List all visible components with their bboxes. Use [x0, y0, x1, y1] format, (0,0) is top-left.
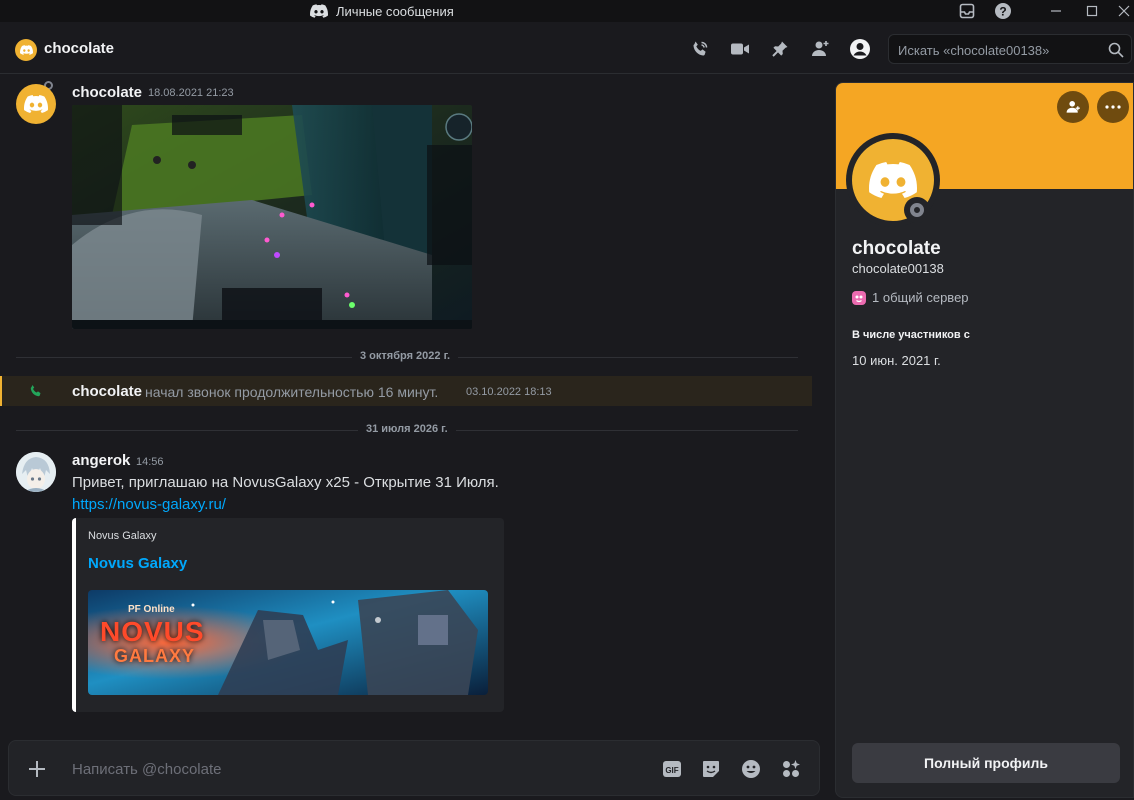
date-divider-label: 3 октября 2022 г. [352, 350, 459, 362]
title-bar: Личные сообщения ? [0, 0, 1134, 22]
page-title: chocolate [44, 40, 115, 57]
inbox-icon[interactable] [956, 0, 978, 22]
call-event: chocolate начал звонок продолжительность… [0, 376, 812, 406]
help-icon[interactable]: ? [993, 0, 1013, 22]
status-indicator [904, 197, 930, 223]
message-timestamp: 18.08.2021 21:23 [148, 87, 234, 99]
avatar[interactable] [16, 452, 56, 492]
emoji-icon[interactable] [740, 758, 762, 780]
message-composer[interactable]: Написать @chocolate GIF [8, 740, 820, 796]
member-since-date: 10 июн. 2021 г. [852, 353, 941, 368]
mutual-servers[interactable]: 1 общий сервер [852, 290, 969, 305]
gif-icon[interactable]: GIF [661, 758, 683, 780]
maximize-icon[interactable] [1082, 0, 1102, 22]
message-text: Привет, приглашаю на NovusGalaxy x25 - О… [72, 474, 499, 491]
call-author[interactable]: chocolate [72, 383, 142, 400]
link-embed: Novus Galaxy Novus Galaxy PF Online NOVU… [72, 518, 504, 712]
sticker-icon[interactable] [700, 758, 722, 780]
add-friends-icon[interactable] [809, 38, 831, 60]
pin-icon[interactable] [769, 38, 791, 60]
call-text: начал звонок продолжительностью 16 минут… [145, 384, 439, 400]
composer-placeholder: Написать @chocolate [72, 761, 222, 778]
message-author[interactable]: angerok [72, 452, 130, 469]
embed-logo-small: PF Online [128, 604, 175, 615]
avatar[interactable] [15, 39, 53, 90]
mutual-servers-label: 1 общий сервер [872, 290, 969, 305]
profile-username: chocolate00138 [852, 261, 944, 276]
voice-call-icon[interactable] [689, 38, 711, 60]
profile-panel: chocolate chocolate00138 1 общий сервер … [835, 82, 1134, 798]
channel-header: chocolate Искать «chocolate00138» [0, 24, 1134, 90]
avatar[interactable] [16, 84, 56, 124]
close-icon[interactable] [1114, 0, 1134, 22]
message-item: chocolate 18.08.2021 21:23 [0, 82, 830, 332]
window-title: Личные сообщения [336, 3, 454, 19]
svg-text:?: ? [999, 5, 1006, 19]
server-icon [852, 290, 866, 305]
embed-title[interactable]: Novus Galaxy [88, 555, 187, 572]
add-friend-button[interactable] [1057, 91, 1089, 123]
more-options-button[interactable] [1097, 91, 1129, 123]
member-since-heading: В числе участников с [852, 329, 970, 341]
video-call-icon[interactable] [729, 38, 751, 60]
search-placeholder: Искать «chocolate00138» [898, 43, 1050, 58]
search-input[interactable]: Искать «chocolate00138» [888, 34, 1132, 64]
minimize-icon[interactable] [1046, 0, 1066, 22]
full-profile-button[interactable]: Полный профиль [852, 743, 1120, 783]
discord-logo-icon [24, 95, 48, 113]
apps-icon[interactable] [780, 758, 802, 780]
svg-text:GIF: GIF [665, 766, 678, 775]
call-timestamp: 03.10.2022 18:13 [466, 386, 552, 398]
discord-logo-icon [310, 4, 328, 18]
user-profile-icon[interactable] [849, 38, 871, 60]
phone-icon [28, 383, 44, 404]
embed-logo-line1: Novus [100, 616, 205, 647]
discord-logo-icon [869, 162, 917, 198]
more-icon [1105, 105, 1121, 109]
embed-logo-line2: Galaxy [114, 646, 196, 666]
message-author[interactable]: chocolate [72, 84, 142, 101]
discord-logo-icon [19, 45, 33, 55]
add-friend-icon [1066, 101, 1080, 113]
add-attachment-icon[interactable] [25, 757, 49, 781]
embed-image[interactable]: PF Online Novus Galaxy [88, 590, 488, 695]
embed-provider[interactable]: Novus Galaxy [88, 530, 156, 542]
image-attachment[interactable] [72, 105, 472, 329]
date-divider-label: 31 июля 2026 г. [358, 423, 456, 435]
message-timestamp: 14:56 [136, 456, 164, 468]
window-title-area: Личные сообщения [310, 2, 454, 20]
profile-display-name: chocolate [852, 238, 941, 259]
date-divider: 31 июля 2026 г. [16, 423, 798, 435]
message-link[interactable]: https://novus-galaxy.ru/ [72, 496, 226, 513]
search-icon [1108, 42, 1124, 58]
date-divider: 3 октября 2022 г. [16, 350, 798, 362]
